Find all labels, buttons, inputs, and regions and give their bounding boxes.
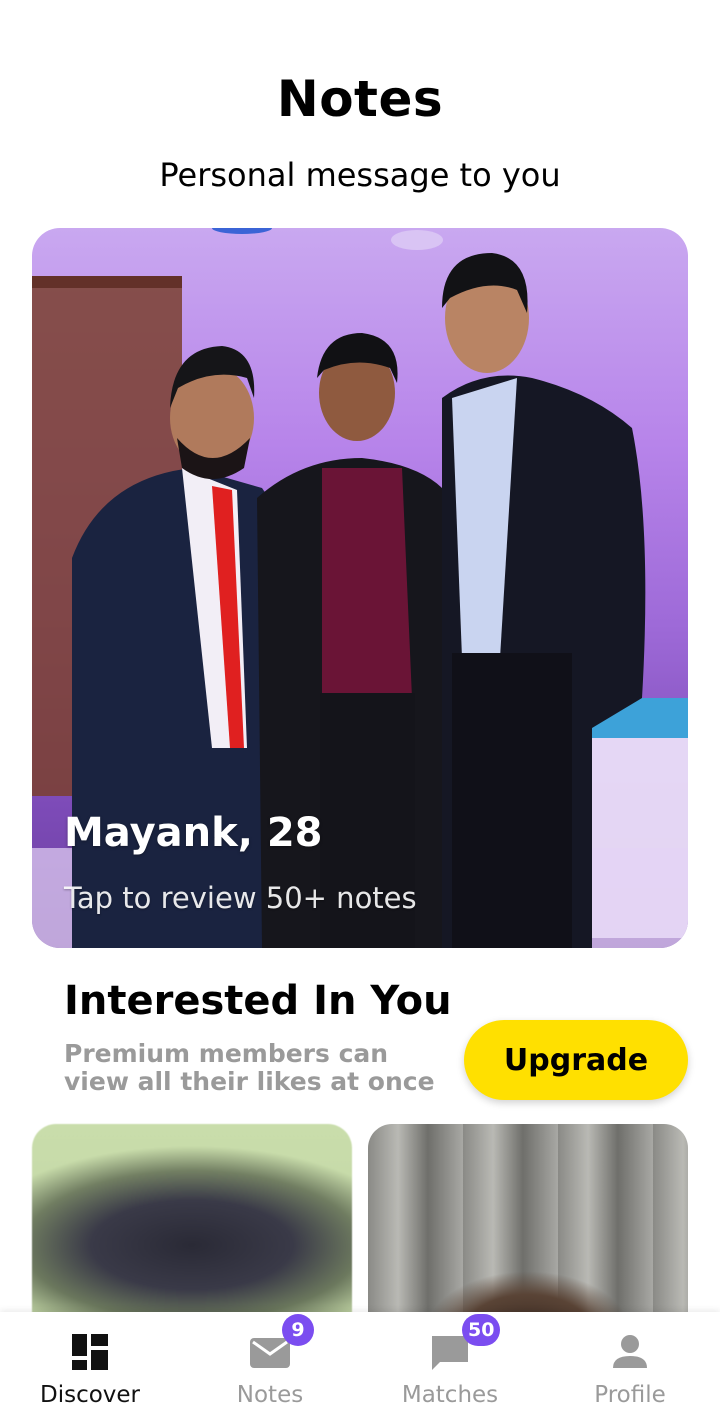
- nav-label-discover: Discover: [39, 1382, 141, 1408]
- blurred-like-card-1[interactable]: [32, 1124, 352, 1344]
- review-notes-text: Tap to review 50+ notes: [64, 881, 417, 915]
- nav-item-discover[interactable]: Discover: [0, 1312, 180, 1425]
- notes-badge: 9: [282, 1314, 314, 1346]
- nav-item-matches[interactable]: 50 Matches: [360, 1312, 540, 1425]
- interested-section-title: Interested In You: [64, 978, 452, 1024]
- nav-label-matches: Matches: [401, 1382, 499, 1408]
- blurred-like-card-2[interactable]: [368, 1124, 688, 1344]
- nav-label-notes: Notes: [236, 1382, 304, 1408]
- nav-label-profile: Profile: [594, 1382, 666, 1408]
- page-title: Notes: [276, 70, 444, 128]
- profile-name-age: Mayank, 28: [64, 810, 323, 856]
- page-subtitle: Personal message to you: [159, 156, 561, 194]
- nav-item-profile[interactable]: Profile: [540, 1312, 720, 1425]
- bottom-nav: Discover 9 Notes 50 Matches Profile: [0, 1312, 720, 1425]
- upgrade-button[interactable]: Upgrade: [464, 1020, 688, 1100]
- discover-icon: [70, 1332, 110, 1372]
- notes-profile-card[interactable]: Mayank, 28 Tap to review 50+ notes: [32, 228, 688, 948]
- matches-badge: 50: [462, 1314, 501, 1346]
- interested-section-description: Premium members can view all their likes…: [64, 1039, 435, 1096]
- nav-item-notes[interactable]: 9 Notes: [180, 1312, 360, 1425]
- person-icon: [610, 1332, 650, 1372]
